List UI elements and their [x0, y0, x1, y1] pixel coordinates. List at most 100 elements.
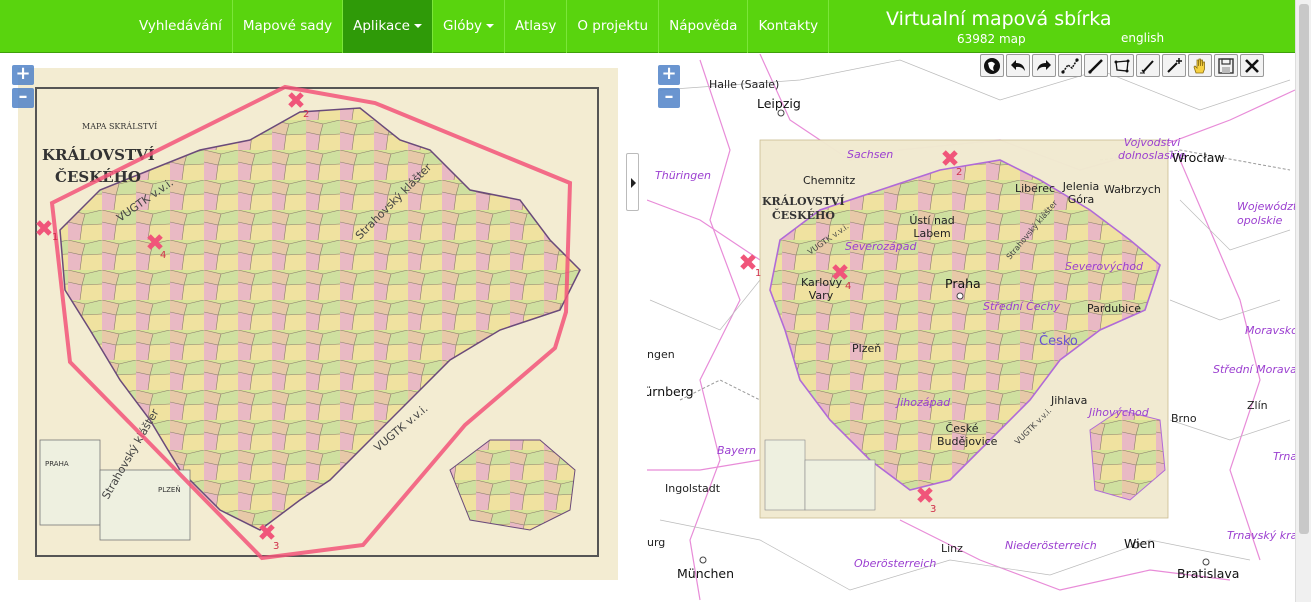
map-label: Wien: [1124, 536, 1156, 551]
control-point-label: 4: [160, 250, 166, 261]
nav-napoveda[interactable]: Nápověda: [659, 0, 749, 53]
map-label: Chemnitz: [803, 174, 856, 187]
nav-label: Mapové sady: [242, 18, 333, 34]
map-label: Trnavský kraj: [1227, 529, 1295, 542]
map-label: Województ opolskie: [1237, 200, 1295, 227]
map-label: Jelenia Góra: [1062, 180, 1100, 206]
map-label: Trnava: [1273, 450, 1295, 463]
rectangle-button[interactable]: [1110, 54, 1134, 77]
site-title[interactable]: Virtualní mapová sbírka: [886, 8, 1112, 30]
nav-label: Aplikace: [353, 18, 410, 34]
map-label: Wałbrzych: [1104, 183, 1161, 196]
nav-aplikace[interactable]: Aplikace: [343, 0, 433, 53]
map-label: České Budějovice: [937, 422, 998, 448]
map-label: Česko: [1039, 334, 1078, 349]
map-label: Jihlava: [1051, 394, 1088, 407]
map-label: Nürnberg: [647, 384, 694, 399]
edit-point-button[interactable]: [1136, 54, 1160, 77]
map-label: Jihozápad: [897, 396, 951, 409]
map-label: Leipzig: [757, 96, 801, 111]
save-icon: [1218, 57, 1234, 74]
overlay-title-line1: KRÁLOVSTVÍ: [762, 194, 845, 208]
redo-icon: [1037, 59, 1051, 71]
left-zoom-in-button[interactable]: +: [12, 65, 34, 85]
language-link[interactable]: english: [1121, 31, 1164, 45]
save-button[interactable]: [1214, 54, 1238, 77]
georef-toolbar: [980, 54, 1264, 77]
map-label: Liberec: [1015, 182, 1056, 195]
chevron-right-icon: [631, 178, 636, 188]
map-label: Linz: [941, 542, 963, 555]
old-map-title-line2: ČESKÉHO: [55, 168, 141, 186]
map-label: Pardubice: [1087, 302, 1142, 315]
map-label: urg: [647, 536, 666, 549]
page-scrollbar[interactable]: [1295, 0, 1311, 602]
map-label: Praha: [945, 276, 981, 291]
map-label: Bratislava: [1177, 566, 1240, 581]
city-dot: [956, 292, 964, 300]
right-zoom-in-button[interactable]: +: [658, 65, 680, 85]
nav-label: O projektu: [577, 18, 649, 34]
rectangle-icon: [1114, 59, 1130, 72]
map-label: Severovýchod: [1065, 260, 1144, 273]
inset-label-plzen: PLZEŇ: [158, 485, 181, 494]
close-button[interactable]: [1240, 54, 1264, 77]
overlay-title-line2: ČESKÉHO: [772, 208, 835, 222]
line-button[interactable]: [1084, 54, 1108, 77]
close-icon: [1245, 58, 1259, 73]
nav-atlasy[interactable]: Atlasy: [505, 0, 568, 53]
undo-button[interactable]: [1006, 54, 1030, 77]
add-point-button[interactable]: [1162, 54, 1186, 77]
map-label: Plzeň: [852, 342, 882, 355]
nav-mapove-sady[interactable]: Mapové sady: [233, 0, 344, 53]
scrollbar-thumb[interactable]: [1299, 4, 1309, 534]
old-map-title-small: MAPA SKRÁLSTVÍ: [82, 122, 157, 131]
map-label: Thüringen: [655, 169, 711, 182]
redo-button[interactable]: [1032, 54, 1056, 77]
caret-down-icon: [413, 24, 422, 28]
city-dot: [699, 556, 707, 564]
main-nav: Vyhledávání Mapové sady Aplikace Glóby A…: [129, 0, 830, 53]
map-label: Jihovýchod: [1089, 406, 1149, 419]
map-label: Ingolstadt: [665, 482, 721, 495]
control-point-label: 2: [303, 109, 309, 120]
map-count: 63982 map: [957, 32, 1026, 46]
nav-label: Atlasy: [515, 18, 557, 34]
map-label: Karlovy Vary: [801, 276, 843, 302]
nav-o-projektu[interactable]: O projektu: [567, 0, 660, 53]
reference-map-pane[interactable]: KRÁLOVSTVÍ ČESKÉHO VUGTK v.v.i. Strahovs…: [647, 54, 1295, 602]
map-label: Severozápad: [845, 240, 917, 253]
pan-button[interactable]: [1188, 54, 1212, 77]
city-dot: [1202, 558, 1210, 566]
polyline-button[interactable]: [1058, 54, 1082, 77]
control-point-label: 2: [956, 167, 962, 178]
source-map-pane[interactable]: MAPA SKRÁLSTVÍ KRÁLOVSTVÍ ČESKÉHO PRAHA …: [0, 54, 620, 602]
left-zoom-out-button[interactable]: –: [12, 88, 34, 108]
globe-button[interactable]: [980, 54, 1004, 77]
map-label: Zlín: [1247, 399, 1268, 412]
nav-label: Kontakty: [758, 18, 819, 34]
control-point-label: 3: [930, 504, 936, 515]
nav-vyhledavani[interactable]: Vyhledávání: [129, 0, 233, 53]
collapse-right-handle[interactable]: [626, 153, 639, 211]
map-label: Sachsen: [847, 148, 894, 161]
nav-globy[interactable]: Glóby: [433, 0, 506, 53]
map-label: München: [677, 566, 735, 581]
inset-label-praha: PRAHA: [45, 460, 69, 468]
right-zoom-out-button[interactable]: –: [658, 88, 680, 108]
nav-label: Nápověda: [669, 18, 738, 34]
map-label: Střední Morava: [1213, 363, 1295, 376]
map-label: Ústí nad Labem: [909, 214, 955, 240]
pan-hand-icon: [1193, 58, 1205, 73]
old-map-canvas[interactable]: MAPA SKRÁLSTVÍ KRÁLOVSTVÍ ČESKÉHO PRAHA …: [0, 54, 620, 602]
top-navbar: Vyhledávání Mapové sady Aplikace Glóby A…: [0, 0, 1295, 53]
polyline-icon: [1061, 57, 1079, 74]
globe-icon: [984, 57, 1000, 74]
control-point-label: 1: [52, 232, 58, 243]
map-label: ngen: [647, 348, 675, 361]
nav-kontakty[interactable]: Kontakty: [748, 0, 830, 53]
control-point-label: 1: [755, 268, 761, 279]
caret-down-icon: [486, 24, 495, 28]
map-label: Bayern: [717, 444, 757, 457]
map-label: Halle (Saale): [709, 78, 780, 91]
